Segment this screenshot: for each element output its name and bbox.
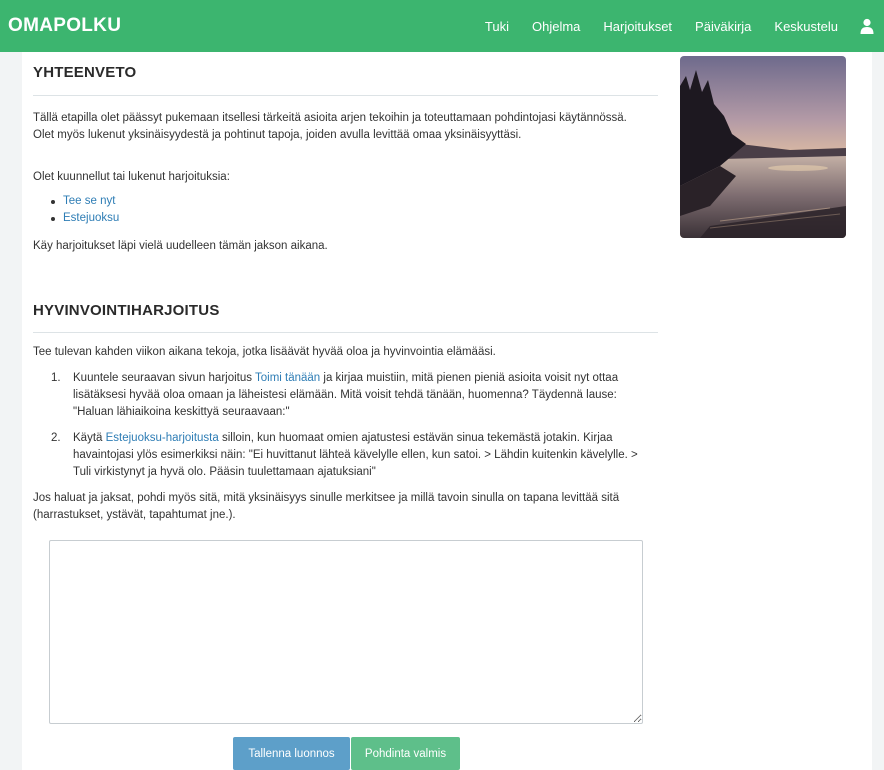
exercise-list: Tee se nyt Estejuoksu bbox=[33, 193, 119, 227]
nav-link-harjoitukset[interactable]: Harjoitukset bbox=[603, 19, 672, 34]
lake-sunset-image bbox=[680, 56, 846, 238]
summary-divider bbox=[33, 95, 658, 96]
step-item: 2. Käytä Estejuoksu-harjoitusta silloin,… bbox=[51, 432, 638, 478]
list-item: Estejuoksu bbox=[33, 210, 119, 227]
reflection-textarea[interactable] bbox=[49, 540, 643, 724]
repeat-note: Käy harjoitukset läpi vielä uudelleen tä… bbox=[33, 240, 328, 252]
save-draft-button[interactable]: Tallenna luonnos bbox=[233, 737, 350, 770]
main-content: YHTEENVETO Tällä etapilla olet päässyt p… bbox=[22, 52, 872, 770]
nav-link-tuki[interactable]: Tuki bbox=[485, 19, 509, 34]
step2-pre: Käytä bbox=[73, 432, 106, 444]
closing-text: Jos haluat ja jaksat, pohdi myös sitä, m… bbox=[33, 492, 620, 521]
wellbeing-steps: 1. Kuuntele seuraavan sivun harjoitus To… bbox=[33, 370, 639, 490]
wellbeing-intro: Tee tulevan kahden viikon aikana tekoja,… bbox=[33, 346, 496, 358]
top-navbar: OMAPOLKU Tuki Ohjelma Harjoitukset Päivä… bbox=[0, 0, 884, 52]
estejuoksu-harjoitus-link[interactable]: Estejuoksu-harjoitusta bbox=[106, 432, 219, 444]
summary-title: YHTEENVETO bbox=[33, 64, 137, 81]
list-item: Tee se nyt bbox=[33, 193, 119, 210]
summary-intro: Tällä etapilla olet päässyt pukemaan its… bbox=[33, 112, 627, 141]
exercise-link-estejuoksu[interactable]: Estejuoksu bbox=[63, 212, 119, 224]
step1-pre: Kuuntele seuraavan sivun harjoitus bbox=[73, 372, 255, 384]
user-icon[interactable] bbox=[860, 18, 874, 34]
wellbeing-divider bbox=[33, 332, 658, 333]
nav-link-paivakirja[interactable]: Päiväkirja bbox=[695, 19, 751, 34]
nav-link-ohjelma[interactable]: Ohjelma bbox=[532, 19, 580, 34]
finish-reflection-button[interactable]: Pohdinta valmis bbox=[351, 737, 460, 770]
nav-link-keskustelu[interactable]: Keskustelu bbox=[774, 19, 838, 34]
listened-label: Olet kuunnellut tai lukenut harjoituksia… bbox=[33, 171, 230, 183]
step-item: 1. Kuuntele seuraavan sivun harjoitus To… bbox=[51, 372, 619, 418]
toimi-tanaan-link[interactable]: Toimi tänään bbox=[255, 372, 320, 384]
wellbeing-title: HYVINVOINTIHARJOITUS bbox=[33, 302, 220, 319]
nav-links: Tuki Ohjelma Harjoitukset Päiväkirja Kes… bbox=[462, 18, 874, 34]
exercise-link-tee-se-nyt[interactable]: Tee se nyt bbox=[63, 195, 115, 207]
brand-logo[interactable]: OMAPOLKU bbox=[8, 15, 121, 37]
